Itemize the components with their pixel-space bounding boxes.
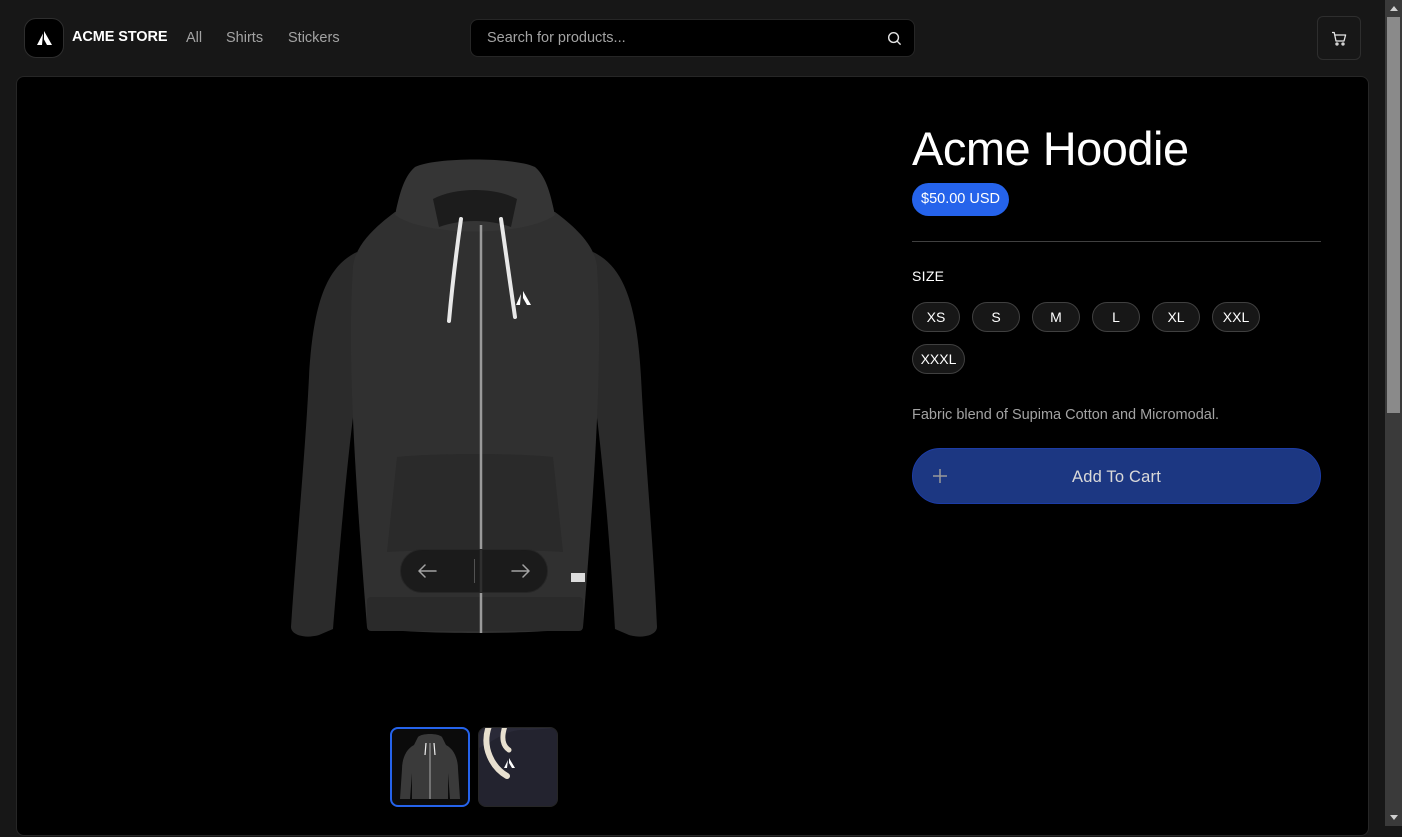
add-to-cart-button[interactable]: Add To Cart (912, 448, 1321, 504)
scroll-up-icon[interactable] (1385, 0, 1402, 17)
size-option-xxl[interactable]: XXL (1212, 302, 1260, 332)
search-box (470, 19, 915, 57)
size-option-xxxl[interactable]: XXXL (912, 344, 965, 374)
nav-link-all[interactable]: All (186, 30, 202, 46)
arrows-divider (473, 559, 475, 583)
product-gallery (17, 77, 912, 837)
product-panel: Acme Hoodie $50.00 USD SIZE XS S M L XL … (16, 76, 1369, 836)
site-header: ACME STORE All Shirts Stickers (0, 0, 1384, 76)
divider (912, 241, 1321, 242)
logo-button[interactable] (24, 18, 64, 58)
cart-button[interactable] (1317, 16, 1361, 60)
size-option-l[interactable]: L (1092, 302, 1140, 332)
size-option-xs[interactable]: XS (912, 302, 960, 332)
scroll-down-icon[interactable] (1385, 809, 1402, 826)
acme-logo-icon (37, 31, 52, 45)
scrollbar-thumb[interactable] (1387, 17, 1400, 413)
add-to-cart-label: Add To Cart (1071, 468, 1162, 486)
product-title: Acme Hoodie (912, 122, 1189, 175)
page-scrollbar[interactable] (1385, 0, 1402, 826)
gallery-thumbnail-2[interactable] (478, 727, 558, 807)
product-description: Fabric blend of Supima Cotton and Microm… (912, 407, 1220, 423)
size-option-xl[interactable]: XL (1152, 302, 1200, 332)
search-icon[interactable] (887, 31, 902, 46)
size-option-m[interactable]: M (1032, 302, 1080, 332)
size-label: SIZE (912, 268, 945, 284)
arrow-left-icon[interactable] (417, 564, 437, 578)
arrow-right-icon[interactable] (511, 564, 531, 578)
price-badge: $50.00 USD (912, 183, 1009, 216)
cart-icon (1332, 31, 1347, 46)
gallery-thumbnail-1[interactable] (390, 727, 470, 807)
gallery-arrows (400, 549, 548, 593)
nav-link-shirts[interactable]: Shirts (226, 30, 263, 46)
search-input[interactable] (471, 20, 914, 56)
size-option-s[interactable]: S (972, 302, 1020, 332)
nav-link-stickers[interactable]: Stickers (288, 30, 340, 46)
brand-name[interactable]: ACME STORE (72, 29, 168, 45)
